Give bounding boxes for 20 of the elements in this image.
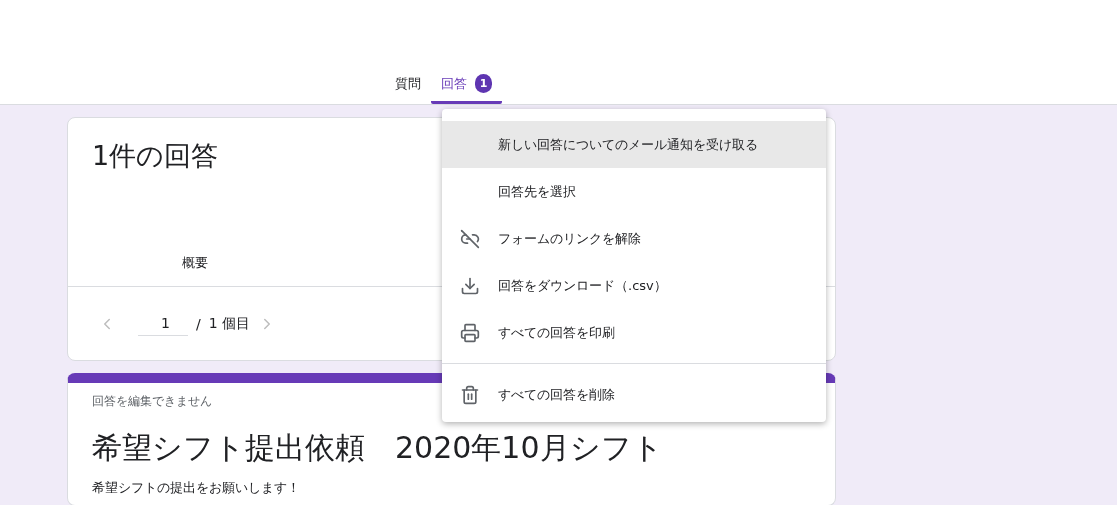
trash-icon [460, 384, 480, 405]
menu-item[interactable]: 回答先を選択 [442, 168, 826, 215]
menu-item[interactable]: すべての回答を印刷 [442, 309, 826, 356]
tab[interactable]: 質問 [385, 75, 431, 104]
printer-icon [460, 322, 480, 343]
menu-item[interactable]: すべての回答を削除 [442, 371, 826, 418]
download-icon [460, 275, 480, 296]
menu-item[interactable]: 新しい回答についてのメール通知を受け取る [442, 121, 826, 168]
form-title: 希望シフト提出依頼 2020年10月シフト [92, 429, 663, 467]
response-count-title: 1件の回答 [92, 139, 219, 173]
form-description: 希望シフトの提出をお願いします！ [92, 479, 300, 497]
count-badge: 1 [475, 74, 492, 93]
unlink-icon [460, 228, 480, 249]
tab[interactable]: 回答 1 [431, 74, 502, 104]
view-tab[interactable]: 概要 [128, 232, 262, 286]
page-separator: / [196, 315, 201, 332]
menu-item[interactable]: 回答をダウンロード（.csv） [442, 262, 826, 309]
menu-item[interactable]: フォームのリンクを解除 [442, 215, 826, 262]
page-total: 1 個目 [208, 314, 251, 333]
edit-notice: 回答を編集できません [92, 393, 212, 410]
